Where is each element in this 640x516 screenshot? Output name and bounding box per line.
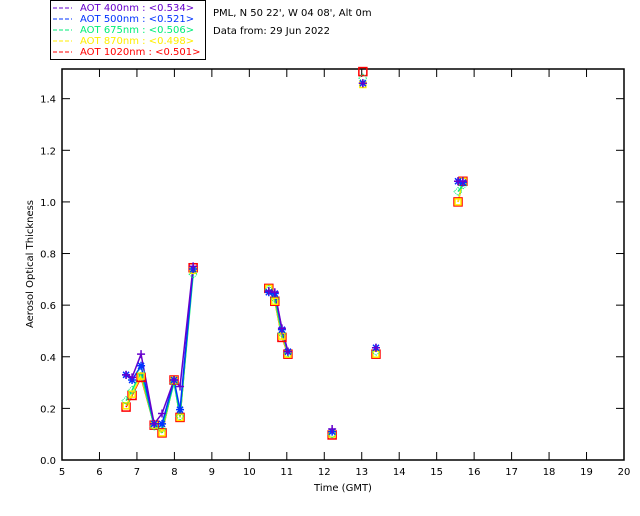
series-lines: [125, 180, 464, 434]
legend: AOT 400nm : <0.534>AOT 500nm : <0.521>AO…: [50, 0, 206, 60]
axes: 5 6 7 8 9 10 11 12 13 14 15 16 17 18 19 20 0.0 0.2 0.4 0.6 0…: [40, 68, 631, 478]
y-tick-label: 0.4: [40, 353, 56, 364]
legend-entry: AOT 870nm : <0.498>: [80, 36, 194, 47]
x-tick-label: 6: [96, 467, 102, 478]
legend-entry: AOT 400nm : <0.534>: [80, 3, 194, 14]
data-point-plus: [137, 350, 146, 359]
star-marker: [176, 405, 185, 414]
x-tick-label: 9: [209, 467, 215, 478]
x-tick-label: 13: [355, 467, 368, 478]
legend-entry: AOT 675nm : <0.506>: [80, 25, 194, 36]
x-tick-label: 18: [543, 467, 556, 478]
legend-entry: AOT 500nm : <0.521>: [80, 14, 194, 25]
data-point-star: [176, 405, 185, 414]
x-tick-label: 20: [618, 467, 631, 478]
star-marker: [158, 419, 167, 428]
y-tick-label: 1.4: [40, 95, 56, 106]
x-axis-label: Time (GMT): [313, 483, 372, 494]
y-tick-label: 0.6: [40, 301, 56, 312]
plus-marker: [137, 350, 146, 359]
x-tick-label: 10: [243, 467, 256, 478]
y-tick-label: 1.0: [40, 198, 56, 209]
x-tick-label: 16: [468, 467, 481, 478]
aot-chart: AOT 400nm : <0.534>AOT 500nm : <0.521>AO…: [25, 0, 631, 494]
x-tick-label: 8: [171, 467, 177, 478]
site-info: PML, N 50 22', W 04 08', Alt 0m: [213, 8, 372, 19]
series-line-segment: [179, 266, 194, 387]
y-tick-label: 0.8: [40, 250, 56, 261]
date-info: Data from: 29 Jun 2022: [213, 26, 330, 37]
y-tick-label: 1.2: [40, 146, 56, 157]
x-tick-label: 12: [318, 467, 331, 478]
y-axis-label: Aerosol Optical Thickness: [25, 200, 36, 328]
star-marker: [137, 361, 146, 370]
x-tick-label: 19: [580, 467, 593, 478]
data-points: [121, 66, 468, 440]
x-tick-label: 11: [280, 467, 293, 478]
plot-frame: [61, 68, 625, 461]
x-tick-label: 14: [393, 467, 406, 478]
x-tick-label: 17: [505, 467, 518, 478]
x-tick-label: 7: [134, 467, 140, 478]
legend-entry: AOT 1020nm : <0.501>: [80, 47, 200, 58]
x-tick-label: 5: [59, 467, 65, 478]
x-tick-label: 15: [430, 467, 443, 478]
data-point-star: [137, 361, 146, 370]
y-tick-label: 0.2: [40, 404, 56, 415]
data-point-star: [158, 419, 167, 428]
y-tick-label: 0.0: [40, 456, 56, 467]
